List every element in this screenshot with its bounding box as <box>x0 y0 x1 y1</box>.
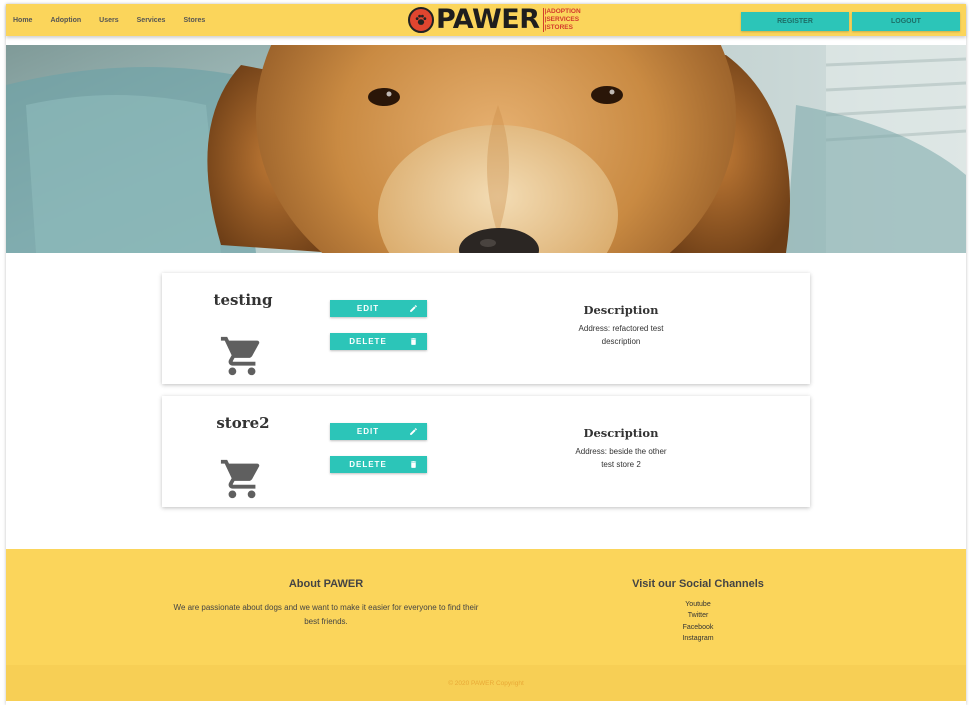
dog-photo <box>6 45 966 253</box>
social-links: Youtube Twitter Facebook Instagram <box>646 599 750 645</box>
shopping-cart-icon <box>220 459 260 499</box>
delete-button[interactable]: DELETE <box>330 333 427 350</box>
about-title: About PAWER <box>288 578 364 590</box>
delete-button[interactable]: DELETE <box>330 456 427 473</box>
shopping-cart-icon <box>220 336 260 376</box>
social-link-facebook[interactable]: Facebook <box>646 622 750 633</box>
nav-link-stores[interactable]: Stores <box>183 17 205 24</box>
nav-link-services[interactable]: Services <box>137 17 166 24</box>
description-title: Description <box>583 426 659 440</box>
delete-button-label: DELETE <box>349 337 387 346</box>
paw-icon <box>408 7 434 33</box>
social-title: Visit our Social Channels <box>632 578 764 590</box>
page: Home Adoption Users Services Stores PAWE… <box>6 4 966 705</box>
delete-button-label: DELETE <box>349 460 387 469</box>
pencil-icon <box>410 305 417 312</box>
store-card: testing EDIT DELETE Description Address:… <box>162 273 810 384</box>
logo-tag-stores: |STORES <box>544 24 573 31</box>
pencil-icon <box>410 428 417 435</box>
nav-link-adoption[interactable]: Adoption <box>50 17 81 24</box>
store-description: Address: beside the other test store 2 <box>575 447 667 469</box>
store-name: store2 <box>216 414 270 432</box>
register-button[interactable]: REGISTER <box>741 12 849 31</box>
logo-tag-adoption: |ADOPTION <box>544 8 581 15</box>
logo-tag-services: |SERVICES <box>544 16 580 23</box>
footer: About PAWER We are passionate about dogs… <box>6 549 966 665</box>
nav-link-home[interactable]: Home <box>13 17 32 24</box>
social-link-instagram[interactable]: Instagram <box>646 633 750 644</box>
social-link-twitter[interactable]: Twitter <box>646 610 750 621</box>
store-description: Address: refactored test description <box>578 324 664 346</box>
logo-tagline: |ADOPTION |SERVICES |STORES <box>542 8 581 32</box>
social-link-youtube[interactable]: Youtube <box>646 599 750 610</box>
edit-button[interactable]: EDIT <box>330 300 427 317</box>
edit-button-label: EDIT <box>356 427 380 436</box>
nav-links: Home Adoption Users Services Stores <box>13 4 223 36</box>
navbar: Home Adoption Users Services Stores PAWE… <box>6 4 966 36</box>
trash-icon <box>410 338 417 345</box>
about-text: We are passionate about dogs and we want… <box>173 603 479 626</box>
store-name: testing <box>213 291 273 309</box>
nav-link-users[interactable]: Users <box>99 17 118 24</box>
logo-wordmark: PAWER <box>436 4 540 35</box>
logout-button[interactable]: LOGOUT <box>852 12 960 31</box>
store-card: store2 EDIT DELETE Description Address: … <box>162 396 810 507</box>
hero-banner-image <box>6 45 966 253</box>
brand-logo[interactable]: PAWER |ADOPTION |SERVICES |STORES <box>408 6 598 34</box>
copyright-text: © 2020 PAWER Copyright <box>448 679 524 687</box>
description-title: Description <box>583 303 659 317</box>
edit-button-label: EDIT <box>356 304 380 313</box>
edit-button[interactable]: EDIT <box>330 423 427 440</box>
copyright-bar: © 2020 PAWER Copyright <box>6 665 966 701</box>
trash-icon <box>410 461 417 468</box>
